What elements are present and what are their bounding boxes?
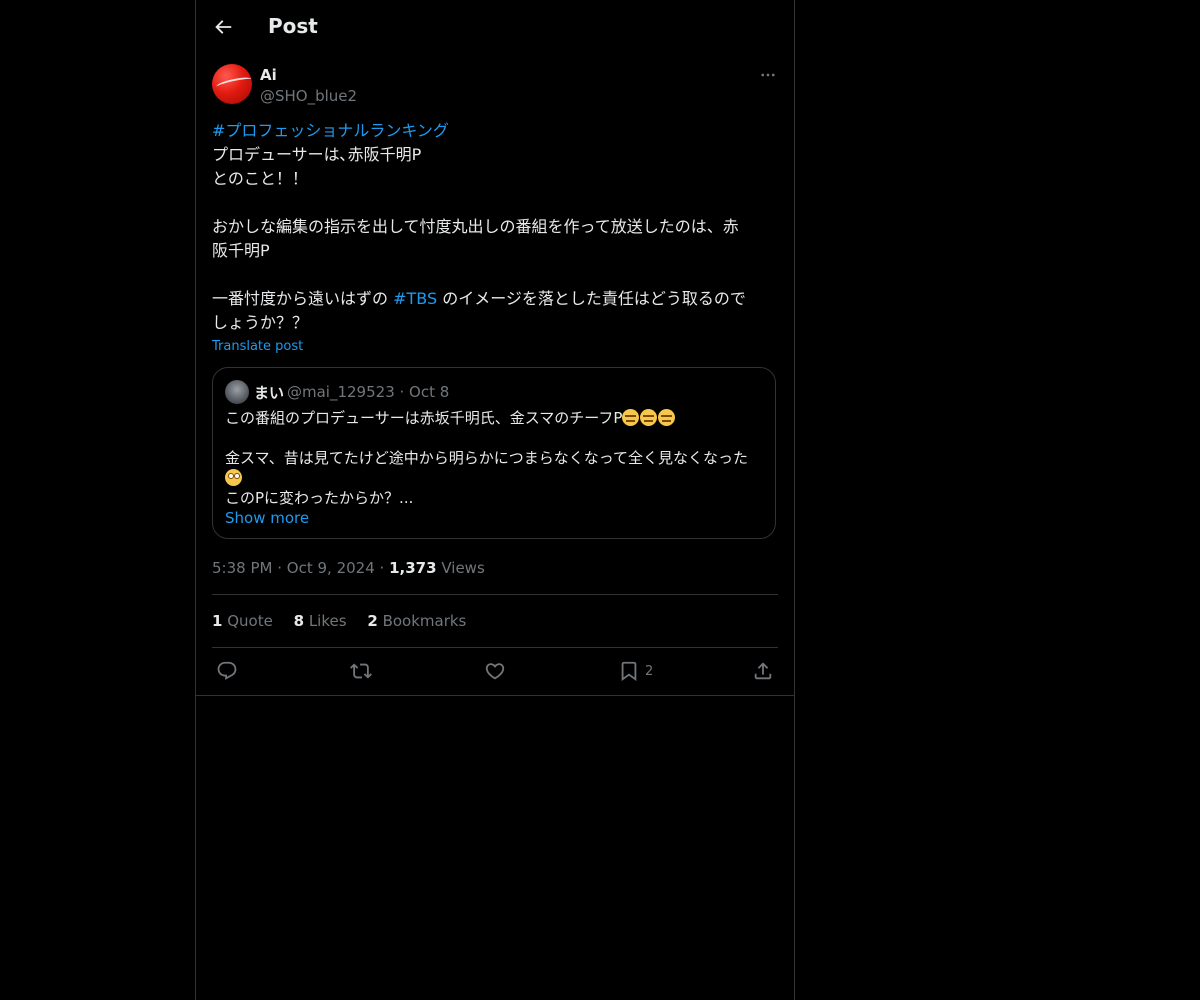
bookmarks-label: Bookmarks — [382, 612, 467, 630]
quotes-count: 1 — [212, 612, 223, 630]
page-title: Post — [268, 14, 318, 38]
hashtag-link[interactable]: #プロフェッショナルランキング — [212, 121, 449, 140]
eye-roll-emoji-icon — [225, 469, 242, 486]
post-text: #プロフェッショナルランキング プロデューサーは､赤阪千明P とのこと！！ おか… — [212, 119, 778, 335]
quote-line — [225, 468, 765, 488]
expressionless-emoji-icon — [622, 409, 640, 426]
quotes-label: Quote — [227, 612, 273, 630]
avatar[interactable] — [212, 64, 252, 104]
share-icon[interactable] — [752, 660, 774, 682]
post-line: しょうか？？ — [212, 313, 309, 332]
divider — [212, 594, 778, 595]
action-bar: 2 — [196, 648, 794, 696]
post-line: 一番忖度から遠いはずの #TBS のイメージを落とした責任はどう取るので — [212, 287, 778, 311]
header: Post — [196, 0, 794, 53]
show-more-link[interactable]: Show more — [225, 509, 309, 527]
post-line: とのこと！！ — [212, 169, 308, 188]
quote-meta: @mai_129523 · Oct 8 — [287, 383, 450, 401]
bookmark-count: 2 — [645, 664, 654, 679]
post-text-segment: 一番忖度から遠いはずの — [212, 289, 394, 308]
quote-text: この番組のプロデューサーは赤坂千明氏、金スマのチーフP 金スマ、昔は見てたけど途… — [225, 408, 765, 528]
likes-stat[interactable]: 8 Likes — [294, 612, 347, 630]
expressionless-emoji-icon — [640, 409, 658, 426]
quote-line: 金スマ、昔は見てたけど途中から明らかにつまらなくなって全く見なくなった — [225, 449, 749, 467]
bookmarks-stat[interactable]: 2 Bookmarks — [367, 612, 466, 630]
post-time[interactable]: 5:38 PM — [212, 559, 272, 577]
bookmarks-count: 2 — [367, 612, 378, 630]
back-arrow-icon[interactable] — [212, 16, 234, 38]
post-line: おかしな編集の指示を出して忖度丸出しの番組を作って放送したのは、赤 — [212, 217, 739, 236]
translate-link[interactable]: Translate post — [212, 339, 303, 354]
quote-line: このPに変わったからか？... — [225, 489, 414, 507]
author-handle[interactable]: @SHO_blue2 — [260, 87, 357, 105]
post-line: プロデューサーは､赤阪千明P — [212, 145, 422, 164]
quote-avatar — [225, 380, 249, 404]
post-meta: 5:38 PM · Oct 9, 2024 · 1,373 Views — [212, 559, 485, 577]
author-name[interactable]: Ai — [260, 66, 277, 84]
quote-author-name: まい — [254, 384, 285, 402]
quote-text-segment: この番組のプロデューサーは赤坂千明氏、金スマのチーフP — [225, 409, 623, 427]
post-text-segment: のイメージを落とした責任はどう取るので — [437, 289, 746, 308]
likes-count: 8 — [293, 612, 305, 630]
like-icon[interactable] — [484, 660, 506, 682]
quoted-post[interactable]: まい @mai_129523 · Oct 8 この番組のプロデューサーは赤坂千明… — [212, 367, 776, 539]
post-date[interactable]: Oct 9, 2024 — [287, 559, 375, 577]
quote-line: この番組のプロデューサーは赤坂千明氏、金スマのチーフP — [225, 408, 765, 428]
meta-separator: · — [379, 559, 385, 577]
more-icon[interactable] — [758, 66, 778, 84]
meta-separator: · — [277, 559, 283, 577]
likes-label: Likes — [308, 612, 347, 630]
post-column: Post Ai @SHO_blue2 #プロフェッショナルランキング プロデュー… — [195, 0, 795, 1000]
hashtag-link[interactable]: #TBS — [393, 289, 437, 308]
post-line: 阪千明P — [212, 241, 270, 260]
reply-icon[interactable] — [216, 660, 238, 682]
engagement-stats: 1 Quote 8 Likes 2 Bookmarks — [212, 612, 482, 630]
quotes-stat[interactable]: 1 Quote — [212, 612, 273, 630]
retweet-icon[interactable] — [350, 660, 372, 682]
views-count: 1,373 — [389, 559, 437, 577]
expressionless-emoji-icon — [658, 409, 676, 426]
bookmark-icon[interactable]: 2 — [618, 660, 653, 682]
views-label: Views — [441, 559, 485, 577]
